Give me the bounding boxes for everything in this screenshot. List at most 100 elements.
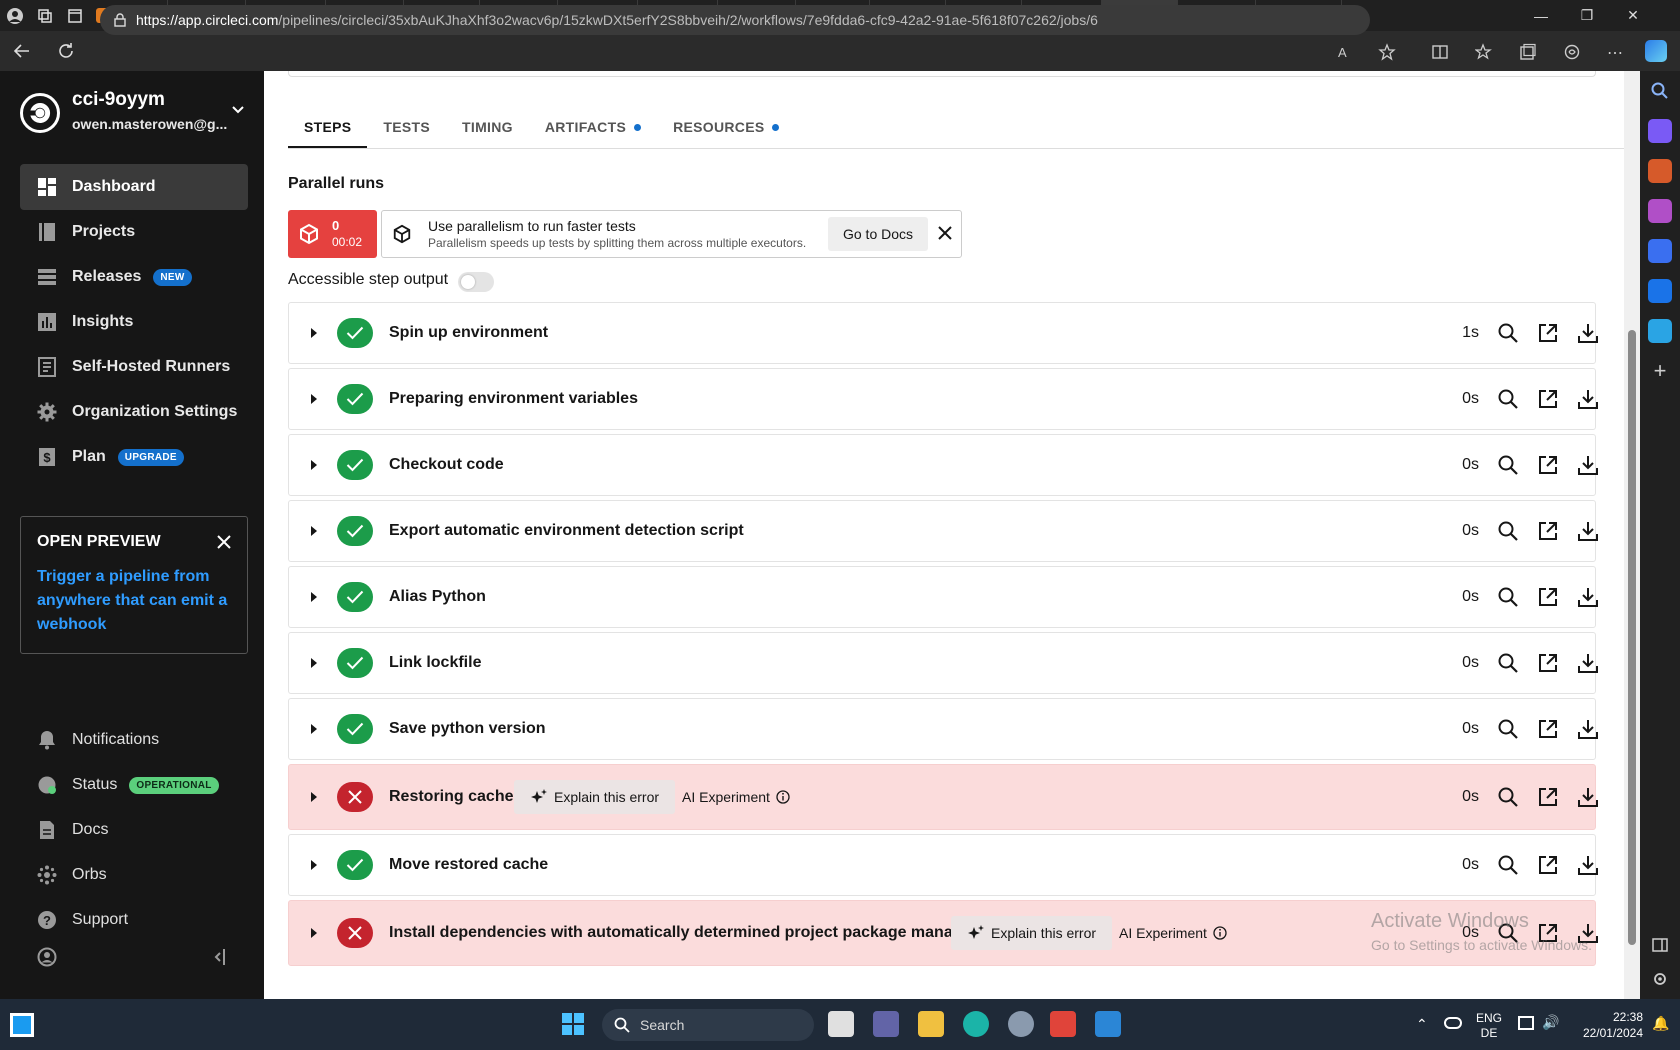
- nav-support[interactable]: ? Support: [20, 897, 248, 943]
- search-icon[interactable]: [1497, 586, 1519, 608]
- caret-right-icon[interactable]: [311, 860, 317, 870]
- profile-icon[interactable]: [0, 0, 30, 31]
- split-screen-icon[interactable]: [1431, 43, 1449, 61]
- caret-right-icon[interactable]: [311, 460, 317, 470]
- download-icon[interactable]: [1577, 586, 1599, 608]
- step-row[interactable]: Move restored cache 0s: [288, 834, 1598, 896]
- caret-right-icon[interactable]: [311, 792, 317, 802]
- search-icon[interactable]: [1497, 652, 1519, 674]
- collections-icon[interactable]: [1519, 43, 1537, 61]
- anydesk-icon[interactable]: [1050, 1011, 1076, 1037]
- step-row[interactable]: Export automatic environment detection s…: [288, 500, 1599, 562]
- more-menu-icon[interactable]: ⋯: [1607, 43, 1623, 63]
- start-icon[interactable]: [561, 1012, 585, 1036]
- games-icon[interactable]: [1648, 199, 1672, 223]
- edge-icon[interactable]: [963, 1011, 989, 1037]
- nav-releases[interactable]: Releases NEW: [20, 254, 248, 300]
- onedrive-icon[interactable]: [1444, 1017, 1462, 1029]
- scrollbar-thumb[interactable]: [1628, 330, 1636, 945]
- nav-status[interactable]: Status OPERATIONAL: [20, 762, 248, 808]
- nav-docs[interactable]: Docs: [20, 807, 248, 853]
- file-explorer-icon[interactable]: [918, 1011, 944, 1037]
- caret-right-icon[interactable]: [311, 328, 317, 338]
- open-external-icon[interactable]: [1537, 586, 1559, 608]
- parallel-run-chip[interactable]: 0 00:02: [288, 210, 377, 258]
- caret-right-icon[interactable]: [311, 658, 317, 668]
- open-external-icon[interactable]: [1537, 652, 1559, 674]
- send-icon[interactable]: [1648, 319, 1672, 343]
- copilot-sidebar-icon[interactable]: [1648, 239, 1672, 263]
- download-icon[interactable]: [1577, 652, 1599, 674]
- info-icon[interactable]: [1213, 926, 1227, 940]
- accessible-output-toggle[interactable]: [458, 272, 494, 292]
- refresh-icon[interactable]: [44, 31, 88, 71]
- read-aloud-icon[interactable]: A: [1338, 44, 1354, 60]
- favorites-icon[interactable]: [1475, 43, 1493, 61]
- open-external-icon[interactable]: [1537, 786, 1559, 808]
- vscode-icon[interactable]: [1095, 1011, 1121, 1037]
- chevron-down-icon[interactable]: [230, 101, 246, 117]
- network-icon[interactable]: [1518, 1016, 1534, 1030]
- step-row[interactable]: Restoring cache Explain this error AI Expe…: [288, 764, 1599, 830]
- info-icon[interactable]: [776, 790, 790, 804]
- close-window-icon[interactable]: ✕: [1610, 0, 1656, 31]
- outlook-icon[interactable]: [1648, 279, 1672, 303]
- widgets-icon[interactable]: [10, 1013, 34, 1037]
- open-external-icon[interactable]: [1537, 718, 1559, 740]
- minimize-icon[interactable]: —: [1518, 0, 1564, 31]
- caret-right-icon[interactable]: [311, 592, 317, 602]
- caret-right-icon[interactable]: [311, 394, 317, 404]
- taskbar-search[interactable]: Search: [602, 1009, 814, 1041]
- teams-icon[interactable]: [873, 1011, 899, 1037]
- search-icon[interactable]: [1497, 786, 1519, 808]
- nav-organization-settings[interactable]: Organization Settings: [20, 389, 248, 435]
- open-external-icon[interactable]: [1537, 388, 1559, 410]
- open-external-icon[interactable]: [1537, 854, 1559, 876]
- explain-error-button[interactable]: Explain this error: [514, 780, 676, 814]
- settings-app-icon[interactable]: [1008, 1011, 1034, 1037]
- step-row[interactable]: Preparing environment variables 0s: [288, 368, 1598, 430]
- open-external-icon[interactable]: [1537, 520, 1559, 542]
- nav-plan[interactable]: $ Plan UPGRADE: [20, 434, 248, 480]
- search-icon[interactable]: [1497, 322, 1519, 344]
- search-icon[interactable]: [1497, 718, 1519, 740]
- explain-error-button[interactable]: Explain this error: [951, 916, 1113, 950]
- caret-right-icon[interactable]: [311, 928, 317, 938]
- nav-self-hosted-runners[interactable]: Self-Hosted Runners: [20, 344, 248, 390]
- copilot-icon[interactable]: [1645, 40, 1667, 62]
- tab-artifacts[interactable]: ARTIFACTS: [529, 105, 657, 149]
- download-icon[interactable]: [1577, 718, 1599, 740]
- favorite-star-icon[interactable]: [1378, 43, 1396, 61]
- volume-icon[interactable]: 🔊: [1542, 1014, 1559, 1031]
- restore-icon[interactable]: ❐: [1564, 0, 1610, 31]
- nav-insights[interactable]: Insights: [20, 299, 248, 345]
- workspaces-icon[interactable]: [30, 0, 60, 31]
- step-row[interactable]: Link lockfile 0s: [288, 632, 1599, 694]
- language-indicator[interactable]: ENG DE: [1476, 1011, 1502, 1041]
- search-icon[interactable]: [1497, 520, 1519, 542]
- open-external-icon[interactable]: [1537, 454, 1559, 476]
- search-icon[interactable]: [1648, 79, 1672, 103]
- download-icon[interactable]: [1577, 520, 1599, 542]
- download-icon[interactable]: [1577, 786, 1599, 808]
- url-field[interactable]: https://app.circleci.com/pipelines/circl…: [100, 5, 1370, 35]
- nav-notifications[interactable]: Notifications: [20, 717, 248, 763]
- close-icon[interactable]: [937, 225, 953, 241]
- task-view-icon[interactable]: [828, 1011, 854, 1037]
- tab-resources[interactable]: RESOURCES: [657, 105, 795, 149]
- browser-essentials-icon[interactable]: [1563, 43, 1581, 61]
- clock[interactable]: 22:38 22/01/2024: [1575, 1009, 1643, 1041]
- org-switcher[interactable]: cci-9oyym owen.masterowen@g...: [20, 85, 250, 141]
- settings-gear-icon[interactable]: [1648, 967, 1672, 991]
- step-row[interactable]: Checkout code 0s: [288, 434, 1599, 496]
- go-to-docs-button[interactable]: Go to Docs: [828, 217, 928, 251]
- download-icon[interactable]: [1577, 454, 1599, 476]
- back-icon[interactable]: [0, 31, 44, 71]
- download-icon[interactable]: [1577, 322, 1599, 344]
- step-row[interactable]: Spin up environment 1s: [288, 302, 1599, 364]
- shopping-icon[interactable]: [1648, 119, 1672, 143]
- chevron-up-icon[interactable]: ⌃: [1416, 1016, 1428, 1033]
- add-icon[interactable]: +: [1648, 359, 1672, 383]
- collapse-sidebar-icon[interactable]: [212, 948, 228, 966]
- search-icon[interactable]: [1497, 454, 1519, 476]
